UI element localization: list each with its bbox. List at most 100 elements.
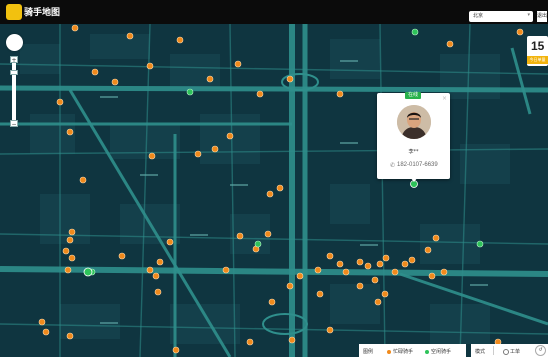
status-badge: 在线: [405, 92, 422, 99]
busy-rider-marker: [336, 260, 344, 268]
order-toggle[interactable]: 工单: [503, 348, 520, 355]
city-block: [170, 54, 220, 89]
busy-rider-marker: [264, 230, 272, 238]
busy-rider-marker: [391, 268, 399, 276]
city-block: [230, 214, 270, 254]
city-block: [330, 284, 380, 324]
zoom-out-button[interactable]: −: [10, 120, 18, 128]
busy-rider-marker: [166, 238, 174, 246]
busy-rider-marker: [222, 266, 230, 274]
city-block: [110, 124, 180, 159]
busy-rider-marker: [382, 254, 390, 262]
busy-rider-marker: [256, 90, 264, 98]
idle-rider-marker: [411, 28, 419, 36]
busy-rider-marker: [66, 332, 74, 340]
busy-rider-marker: [211, 145, 219, 153]
busy-rider-marker: [286, 75, 294, 83]
busy-rider-marker: [424, 246, 432, 254]
city-select[interactable]: 北京 ▾: [469, 11, 533, 22]
order-toggle-label: 工单: [510, 349, 521, 355]
street-label: [140, 174, 158, 176]
date-tag: 今日单量: [527, 56, 548, 64]
refresh-button[interactable]: ↺: [535, 345, 546, 356]
map-canvas[interactable]: [0, 24, 548, 357]
busy-rider-marker: [66, 236, 74, 244]
busy-rider-marker: [62, 247, 70, 255]
close-icon[interactable]: ×: [442, 95, 447, 102]
zoom-in-button[interactable]: +: [10, 56, 18, 64]
busy-rider-marker: [376, 260, 384, 268]
busy-rider-marker: [246, 338, 254, 346]
idle-rider-marker: [476, 240, 484, 248]
busy-rider-marker: [342, 268, 350, 276]
busy-rider-marker: [268, 298, 276, 306]
busy-rider-marker: [64, 266, 72, 274]
street-label: [230, 184, 248, 186]
busy-rider-marker: [156, 258, 164, 266]
busy-rider-marker: [126, 32, 134, 40]
idle-rider-marker: [186, 88, 194, 96]
busy-rider-marker: [356, 258, 364, 266]
city-block: [170, 304, 240, 344]
busy-rider-marker: [154, 288, 162, 296]
busy-rider-marker: [194, 150, 202, 158]
busy-rider-marker: [374, 298, 382, 306]
busy-rider-marker: [381, 290, 389, 298]
legend-idle-label: 空闲骑手: [431, 349, 452, 355]
busy-rider-marker: [176, 36, 184, 44]
busy-rider-marker: [91, 68, 99, 76]
chevron-down-icon: ▾: [527, 12, 530, 18]
busy-rider-marker: [146, 266, 154, 274]
busy-rider-marker: [236, 232, 244, 240]
legend-busy-label: 忙碌骑手: [393, 349, 414, 355]
street-label: [340, 60, 358, 62]
busy-rider-marker: [316, 290, 324, 298]
pan-control[interactable]: [6, 34, 23, 51]
busy-rider-marker: [432, 234, 440, 242]
busy-rider-icon: [387, 349, 391, 354]
busy-rider-marker: [152, 272, 160, 280]
busy-rider-marker: [296, 272, 304, 280]
legend-item-busy: 忙碌骑手: [387, 348, 413, 355]
street-label: [100, 322, 118, 324]
busy-rider-marker: [71, 24, 79, 32]
busy-rider-marker: [326, 252, 334, 260]
busy-rider-marker: [408, 256, 416, 264]
zoom-slider-handle[interactable]: [10, 70, 18, 75]
top-bar: 骑手地图 北京 ▾ 退出: [0, 0, 548, 24]
idle-rider-marker: [254, 240, 262, 248]
busy-rider-marker: [146, 62, 154, 70]
divider: [493, 346, 494, 355]
busy-rider-marker: [234, 60, 242, 68]
date-card[interactable]: 15 今日单量: [527, 36, 548, 66]
selected-rider-marker: [83, 267, 93, 277]
idle-rider-icon: [425, 349, 429, 354]
rider-avatar-icon: [397, 105, 431, 139]
city-block: [330, 184, 370, 224]
busy-rider-marker: [276, 184, 284, 192]
busy-rider-marker: [38, 318, 46, 326]
city-block: [90, 34, 150, 59]
busy-rider-marker: [326, 326, 334, 334]
city-block: [330, 39, 380, 79]
busy-rider-marker: [79, 176, 87, 184]
legend-item-idle: 空闲骑手: [425, 348, 451, 355]
busy-rider-marker: [288, 336, 296, 344]
busy-rider-marker: [336, 90, 344, 98]
busy-rider-marker: [42, 328, 50, 336]
street-label: [190, 234, 208, 236]
logout-link[interactable]: 退出: [537, 11, 547, 22]
rider-info-popup: 在线 × 李** ✆ 182-0107-6639: [377, 92, 450, 182]
busy-rider-marker: [66, 128, 74, 136]
busy-rider-marker: [206, 75, 214, 83]
busy-rider-marker: [364, 262, 372, 270]
busy-rider-marker: [428, 272, 436, 280]
busy-rider-marker: [286, 282, 294, 290]
legend-title: 图例: [363, 349, 374, 355]
city-block: [420, 224, 480, 264]
mode-label[interactable]: 模式: [475, 348, 485, 355]
busy-rider-marker: [440, 268, 448, 276]
city-block: [40, 194, 90, 244]
zoom-slider[interactable]: [12, 56, 16, 126]
city-select-value: 北京: [473, 13, 484, 19]
